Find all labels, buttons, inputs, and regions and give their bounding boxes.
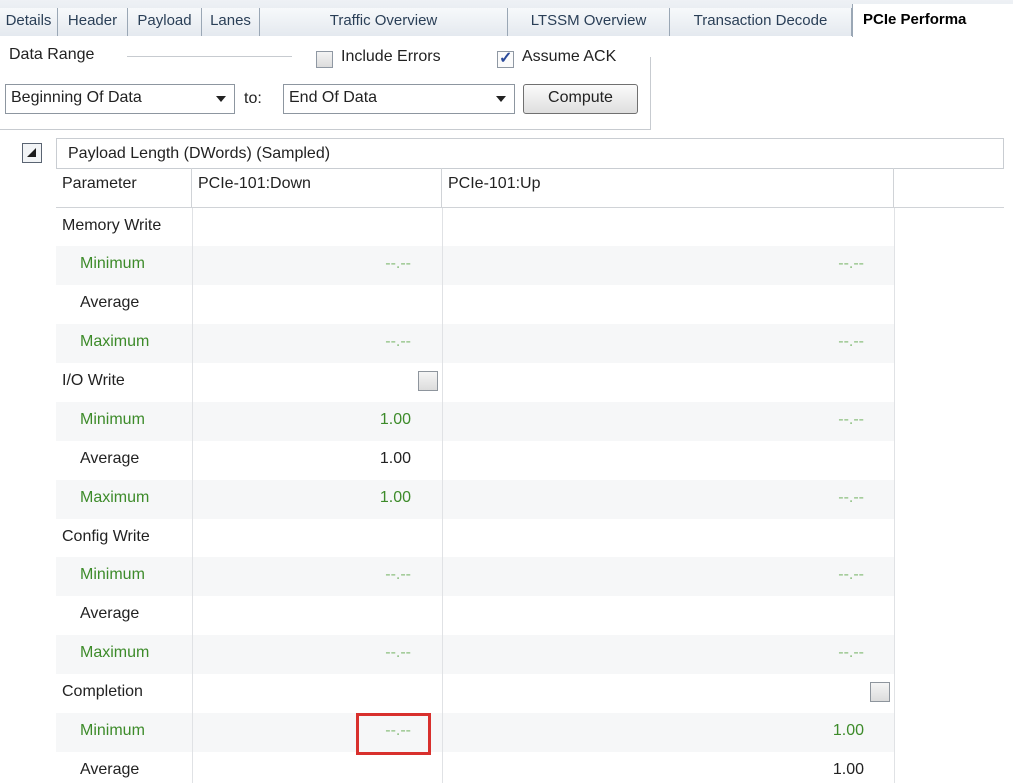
row-parameter: Maximum xyxy=(80,644,150,661)
table-row[interactable]: I/O Write xyxy=(56,363,894,402)
row-parameter: Minimum xyxy=(80,566,145,583)
value-up: --.-- xyxy=(838,255,864,272)
highlight-box xyxy=(356,713,431,755)
value-down: 1.00 xyxy=(379,489,411,506)
group-divider xyxy=(127,56,292,57)
table-row[interactable]: Completion xyxy=(56,674,894,713)
value-down: --.-- xyxy=(385,566,411,583)
column-header-pcie-down[interactable]: PCIe-101:Down xyxy=(192,168,442,208)
series-toggle-checkbox[interactable] xyxy=(870,682,890,702)
row-parameter: Minimum xyxy=(80,411,145,428)
value-down: --.-- xyxy=(385,644,411,661)
column-divider xyxy=(442,208,443,783)
value-down: --.-- xyxy=(385,255,411,272)
table-row[interactable]: Average xyxy=(56,596,894,635)
row-parameter: Completion xyxy=(62,683,143,700)
column-divider xyxy=(894,208,895,783)
table-row[interactable]: Minimum --.-- --.-- xyxy=(56,557,894,596)
range-to-dropdown[interactable]: End Of Data xyxy=(283,84,515,114)
checkmark-icon: ✓ xyxy=(499,50,513,67)
tab-details[interactable]: Details xyxy=(0,8,58,36)
value-down: 1.00 xyxy=(379,450,411,467)
column-header-pcie-up[interactable]: PCIe-101:Up xyxy=(442,168,894,208)
series-toggle-checkbox[interactable] xyxy=(418,371,438,391)
column-header-parameter[interactable]: Parameter xyxy=(56,168,192,208)
row-parameter: Config Write xyxy=(62,528,150,545)
value-up: --.-- xyxy=(838,411,864,428)
table-row[interactable]: Minimum 1.00 --.-- xyxy=(56,402,894,441)
table-row[interactable]: Minimum --.-- 1.00 xyxy=(56,713,894,752)
value-down: --.-- xyxy=(385,333,411,350)
range-from-dropdown[interactable]: Beginning Of Data xyxy=(5,84,235,114)
table-row[interactable]: Memory Write xyxy=(56,208,894,247)
include-errors-label: Include Errors xyxy=(341,48,441,65)
row-parameter: Average xyxy=(80,605,140,622)
include-errors-checkbox[interactable] xyxy=(316,51,333,68)
row-parameter: Maximum xyxy=(80,333,150,350)
table-row[interactable]: Average 1.00 xyxy=(56,752,894,783)
table-row[interactable]: Average 1.00 xyxy=(56,441,894,480)
chevron-down-icon xyxy=(216,96,226,102)
row-parameter: Average xyxy=(80,450,140,467)
group-border-right xyxy=(650,57,651,129)
compute-button[interactable]: Compute xyxy=(523,84,638,114)
column-divider xyxy=(192,208,193,783)
row-parameter: Minimum xyxy=(80,255,145,272)
row-parameter: Average xyxy=(80,294,140,311)
column-header-filler xyxy=(894,168,1004,208)
table-row[interactable]: Average xyxy=(56,285,894,324)
group-border-bottom xyxy=(0,129,651,130)
value-up: 1.00 xyxy=(832,722,864,739)
grid-group-header: Payload Length (DWords) (Sampled) xyxy=(56,138,1004,169)
table-row[interactable]: Minimum --.-- --.-- xyxy=(56,246,894,285)
assume-ack-checkbox[interactable]: ✓ xyxy=(497,50,514,68)
range-to-value: End Of Data xyxy=(289,89,378,106)
table-row[interactable]: Maximum --.-- --.-- xyxy=(56,324,894,363)
table-row[interactable]: Maximum 1.00 --.-- xyxy=(56,480,894,519)
value-up: --.-- xyxy=(838,644,864,661)
tab-payload[interactable]: Payload xyxy=(128,8,202,36)
tab-header[interactable]: Header xyxy=(58,8,128,36)
range-from-value: Beginning Of Data xyxy=(11,89,142,106)
tab-lanes[interactable]: Lanes xyxy=(202,8,260,36)
tab-traffic-overview[interactable]: Traffic Overview xyxy=(260,8,508,36)
value-up: 1.00 xyxy=(832,761,864,778)
table-row[interactable]: Config Write xyxy=(56,519,894,558)
tab-pcie-performance[interactable]: PCIe Performa xyxy=(852,4,1013,37)
value-up: --.-- xyxy=(838,489,864,506)
tab-transaction-decode[interactable]: Transaction Decode xyxy=(670,8,852,36)
assume-ack-label: Assume ACK xyxy=(522,48,617,65)
collapse-toggle-icon[interactable] xyxy=(22,143,42,163)
data-range-label: Data Range xyxy=(9,46,95,63)
value-up: --.-- xyxy=(838,566,864,583)
range-to-label: to: xyxy=(244,90,262,107)
value-down: 1.00 xyxy=(379,411,411,428)
chevron-down-icon xyxy=(496,96,506,102)
tab-ltssm-overview[interactable]: LTSSM Overview xyxy=(508,8,670,36)
row-parameter: Maximum xyxy=(80,489,150,506)
tab-strip: Details Header Payload Lanes Traffic Ove… xyxy=(0,0,1013,37)
row-parameter: Average xyxy=(80,761,140,778)
row-parameter: Minimum xyxy=(80,722,145,739)
row-parameter: Memory Write xyxy=(62,217,162,234)
value-up: --.-- xyxy=(838,333,864,350)
table-row[interactable]: Maximum --.-- --.-- xyxy=(56,635,894,674)
triangle-icon xyxy=(27,148,36,157)
row-parameter: I/O Write xyxy=(62,372,125,389)
